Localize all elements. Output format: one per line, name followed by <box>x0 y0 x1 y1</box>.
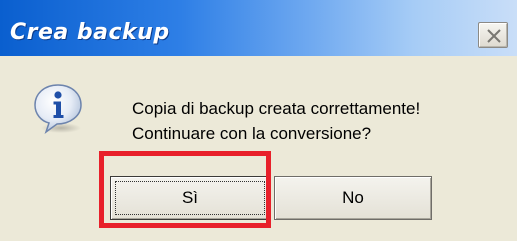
info-icon <box>34 84 82 134</box>
close-icon <box>487 29 501 43</box>
dialog-message: Copia di backup creata correttamente! Co… <box>132 96 420 146</box>
no-button[interactable]: No <box>274 176 432 220</box>
close-button[interactable] <box>478 22 508 48</box>
dialog-title: Crea backup <box>10 20 170 45</box>
no-button-label: No <box>342 188 364 207</box>
title-bar[interactable]: Crea backup <box>0 0 517 56</box>
message-line-1: Copia di backup creata correttamente! <box>132 99 421 118</box>
message-line-2: Continuare con la conversione? <box>132 124 372 143</box>
yes-button-label: Sì <box>181 188 199 207</box>
yes-button[interactable]: Sì <box>110 176 270 220</box>
dialog-window: Crea backup Copia di backup creata corre… <box>0 0 517 241</box>
